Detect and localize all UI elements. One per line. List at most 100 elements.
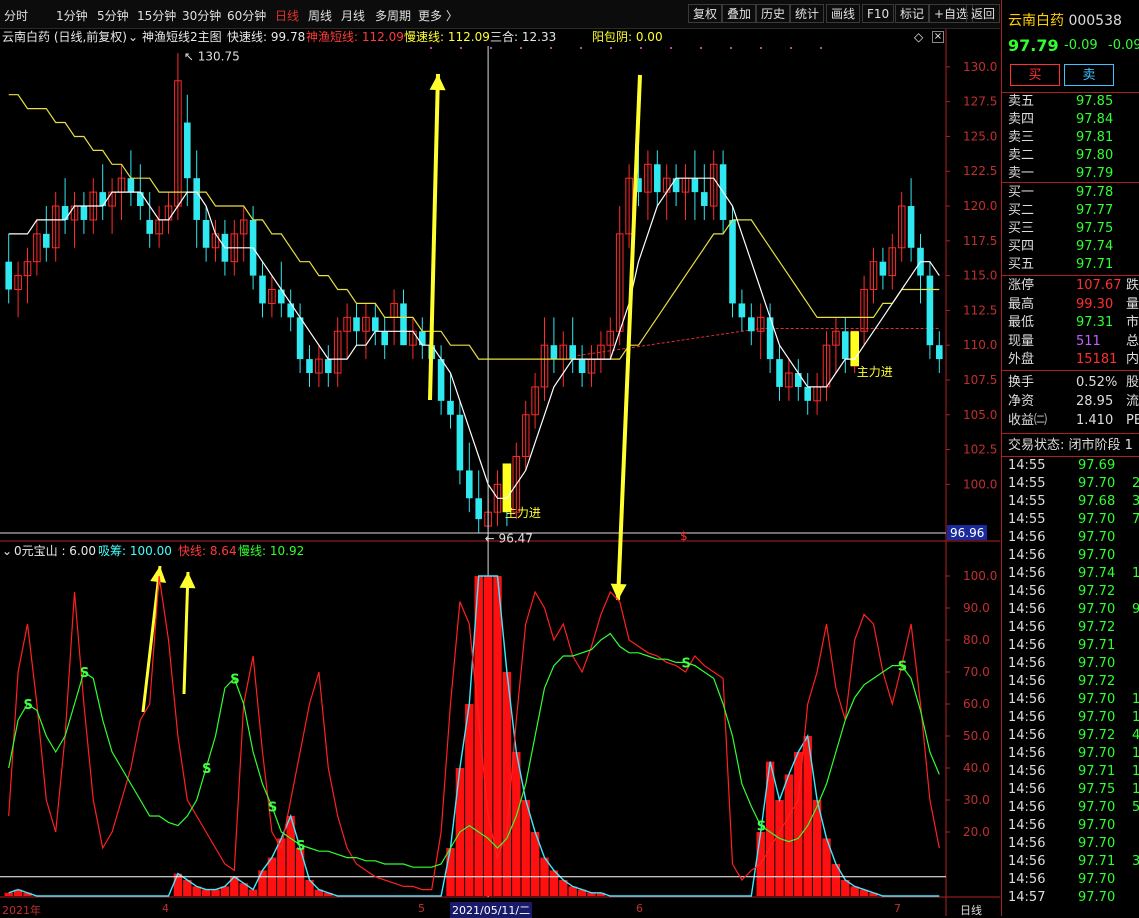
quote-change: -0.09 [1064, 38, 1098, 53]
candle-body [43, 233, 50, 248]
period-toolbar: 分时 1分钟 5分钟 15分钟 30分钟 60分钟 日线 周线 月线 多周期 更… [0, 0, 1000, 29]
tab-15min[interactable]: 15分钟 [137, 7, 176, 24]
tick-row: 14:56 97.72 [1002, 673, 1139, 691]
chevron-down-icon[interactable]: ⌄ [128, 28, 138, 46]
tick-time: 14:56 [1008, 710, 1046, 725]
overlay-button[interactable]: 叠加 [722, 4, 757, 23]
candle-body [701, 192, 708, 207]
xichou-bar [446, 848, 455, 896]
stats-button[interactable]: 统计 [790, 4, 825, 23]
yellow-arrow [182, 571, 190, 695]
mark-button[interactable]: 标记 [895, 4, 930, 23]
fund-value: 1.410 [1076, 413, 1114, 428]
x-label-jul: 7 [894, 902, 901, 915]
signal-dot [490, 47, 492, 49]
candle-body [5, 261, 12, 290]
tab-daily[interactable]: 日线 [275, 7, 299, 24]
candle-body [400, 303, 407, 346]
tick-price: 97.75 [1078, 782, 1116, 797]
sub-y-tick-label: 30.0 [963, 793, 990, 807]
tab-1min[interactable]: 1分钟 [56, 7, 88, 24]
stat-row: 外盘 15181 内 [1002, 351, 1139, 369]
level-price: 97.80 [1076, 148, 1114, 163]
tick-price: 97.72 [1078, 728, 1116, 743]
signal-dot [820, 47, 822, 49]
candle-body [672, 178, 680, 193]
level-label: 卖四 [1008, 112, 1035, 127]
y-tick-label: 102.5 [963, 443, 997, 457]
current-price-tag: 96.96 [950, 526, 984, 540]
draw-button[interactable]: 画线 [826, 4, 861, 23]
quote-change-pct: -0.09% [1108, 38, 1139, 53]
back-button[interactable]: 返回 [966, 4, 1000, 23]
stat-side-label: 总 [1126, 333, 1139, 349]
candle-body [926, 275, 934, 346]
signal-dot [580, 47, 582, 49]
level-price: 97.74 [1076, 239, 1114, 254]
tick-time: 14:56 [1008, 854, 1046, 869]
level-label: 卖一 [1008, 166, 1035, 181]
kline-chart[interactable]: 130.0 127.5 125.0 122.5 120.0 117.5 115.0 112.5… [0, 0, 1000, 916]
y-tick-label: 117.5 [963, 234, 997, 248]
candle-body [842, 331, 849, 360]
tick-row: 14:55 97.70 7 [1002, 511, 1139, 529]
tab-multi-period[interactable]: 多周期 [375, 7, 411, 24]
signal-dot [700, 47, 702, 49]
sell-button[interactable]: 卖 [1064, 64, 1114, 86]
chevron-down-icon[interactable]: ⌄ [2, 542, 12, 560]
candle-body [804, 386, 811, 401]
buy-button[interactable]: 买 [1010, 64, 1060, 86]
fund-row: 收益㈡ 1.410 PE [1002, 412, 1139, 430]
tick-price: 97.70 [1078, 800, 1116, 815]
tick-row: 14:56 97.72 [1002, 619, 1139, 637]
tab-more[interactable]: 更多 〉 [418, 7, 458, 24]
signal-dot [670, 47, 672, 49]
tab-fenshi[interactable]: 分时 [4, 7, 28, 24]
candle-body [795, 373, 802, 387]
candle-body [259, 275, 266, 304]
stat-label: 外盘 [1008, 352, 1035, 367]
xichou-bar [258, 870, 267, 896]
tab-weekly[interactable]: 周线 [308, 7, 332, 24]
y-tick-label: 130.0 [963, 60, 997, 74]
level-label: 卖三 [1008, 130, 1035, 145]
candle-body [550, 345, 558, 360]
history-button[interactable]: 历史 [756, 4, 791, 23]
sub-y-tick-label: 40.0 [963, 761, 990, 775]
f10-button[interactable]: F10 [862, 4, 895, 23]
sub-y-tick-label: 60.0 [963, 697, 990, 711]
buy-signal-marker: S [230, 672, 239, 687]
buy-level-row: 买五 97.71 [1002, 256, 1139, 274]
tick-time: 14:56 [1008, 548, 1046, 563]
stat-side-label: 量 [1126, 296, 1139, 312]
tick-row: 14:56 97.70 [1002, 871, 1139, 889]
stat-value: 107.67 [1076, 278, 1122, 293]
stat-label: 最低 [1008, 315, 1035, 330]
xichou-bar [4, 892, 13, 896]
tick-price: 97.70 [1078, 512, 1116, 527]
level-label: 买四 [1008, 239, 1035, 254]
level-price: 97.79 [1076, 166, 1114, 181]
xichou-bar [295, 848, 305, 896]
signal-dot [790, 47, 792, 49]
tab-60min[interactable]: 60分钟 [227, 7, 266, 24]
fund-row: 净资 28.95 流 [1002, 393, 1139, 411]
level-label: 买一 [1008, 185, 1035, 200]
close-icon[interactable]: × [932, 31, 944, 43]
tick-price: 97.70 [1078, 692, 1116, 707]
sell-level-row: 卖三 97.81 [1002, 129, 1139, 147]
y-tick-label: 100.0 [963, 477, 997, 491]
diamond-icon[interactable]: ◇ [914, 28, 923, 46]
sell-level-row: 卖五 97.85 [1002, 93, 1139, 111]
candle-body [475, 498, 482, 520]
sub-indicator-name[interactable]: 0元宝山 : 6.00 [14, 542, 96, 560]
indicator-name[interactable]: 神渔短线2主图 [142, 28, 222, 46]
tick-row: 14:56 97.70 [1002, 529, 1139, 547]
fuquan-button[interactable]: 复权 [688, 4, 723, 23]
tab-5min[interactable]: 5分钟 [97, 7, 129, 24]
tick-volume: 2 [1132, 475, 1139, 493]
yellow-arrow [616, 74, 642, 601]
tick-row: 14:56 97.70 [1002, 655, 1139, 673]
tab-30min[interactable]: 30分钟 [182, 7, 221, 24]
tab-monthly[interactable]: 月线 [341, 7, 365, 24]
